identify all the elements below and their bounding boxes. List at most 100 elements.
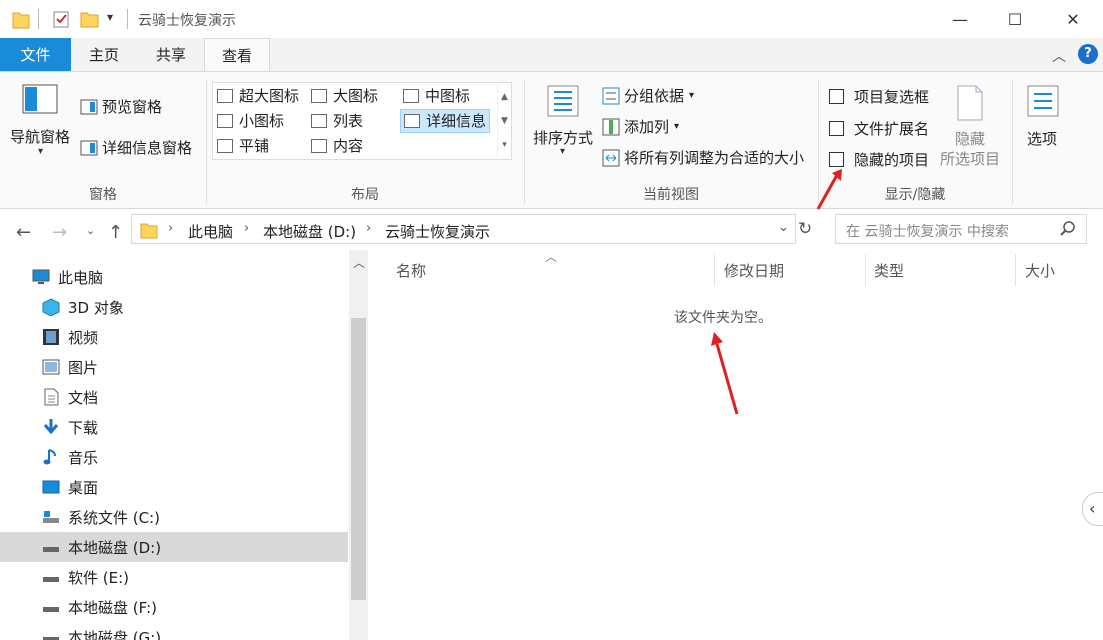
up-button[interactable]: ↑ bbox=[108, 222, 123, 243]
breadcrumb-drive-d[interactable]: 本地磁盘 (D:) bbox=[263, 221, 356, 242]
sort-by-button[interactable]: 排序方式 ▾ bbox=[530, 82, 596, 162]
tab-file[interactable]: 文件 bbox=[0, 38, 71, 72]
annotation-arrow bbox=[711, 332, 739, 415]
breadcrumb-current-folder[interactable]: 云骑士恢复演示 bbox=[385, 221, 490, 242]
list-icon bbox=[311, 114, 327, 128]
help-icon[interactable]: ? bbox=[1078, 44, 1098, 64]
sort-ascending-icon: ︿ bbox=[545, 250, 558, 264]
folder-icon bbox=[140, 223, 158, 239]
nav-item-videos[interactable]: 视频 bbox=[0, 322, 348, 352]
layout-tiles[interactable]: 平铺 bbox=[217, 134, 269, 158]
search-input[interactable]: 在 云骑士恢复演示 中搜索 bbox=[846, 221, 1009, 241]
nav-item-drive-f[interactable]: 本地磁盘 (F:) bbox=[0, 592, 348, 622]
annotation-arrow bbox=[816, 169, 842, 210]
chevron-down-icon: ▾ bbox=[560, 146, 566, 157]
back-button[interactable]: ← bbox=[16, 222, 31, 243]
medium-icons-icon bbox=[403, 89, 419, 103]
file-extensions-toggle[interactable]: 文件扩展名 bbox=[829, 118, 929, 139]
close-button[interactable]: ✕ bbox=[1050, 0, 1096, 38]
sort-by-icon bbox=[547, 85, 579, 117]
group-label-panes: 窗格 bbox=[89, 187, 117, 203]
details-pane-button[interactable]: 详细信息窗格 bbox=[80, 137, 192, 158]
folder-icon bbox=[12, 12, 30, 29]
column-header-name[interactable]: 名称 bbox=[396, 260, 426, 281]
collapse-ribbon-icon[interactable]: ︿ bbox=[1052, 46, 1066, 66]
layout-extra-large-icons[interactable]: 超大图标 bbox=[217, 84, 299, 108]
nav-item-music[interactable]: 音乐 bbox=[0, 442, 348, 472]
search-box[interactable]: 在 云骑士恢复演示 中搜索 bbox=[835, 214, 1087, 244]
navigation-pane-icon bbox=[22, 84, 58, 114]
pictures-icon bbox=[42, 359, 60, 375]
quick-access-dropdown-icon[interactable]: ▾ bbox=[107, 10, 113, 24]
nav-pane-button[interactable]: 导航窗格 ▾ bbox=[8, 82, 74, 162]
breadcrumb-this-pc[interactable]: 此电脑 bbox=[188, 221, 233, 242]
side-panel-toggle-icon[interactable]: ‹ bbox=[1082, 492, 1103, 526]
tiles-icon bbox=[217, 139, 233, 153]
breadcrumb-separator-icon: › bbox=[366, 221, 372, 236]
nav-item-downloads[interactable]: 下载 bbox=[0, 412, 348, 442]
fit-columns-label: 将所有列调整为合适的大小 bbox=[624, 149, 805, 167]
layout-medium-icons[interactable]: 中图标 bbox=[403, 84, 470, 108]
nav-item-documents[interactable]: 文档 bbox=[0, 382, 348, 412]
layout-large-icons[interactable]: 大图标 bbox=[311, 84, 378, 108]
item-checkboxes-label: 项目复选框 bbox=[854, 88, 930, 106]
column-header-size[interactable]: 大小 bbox=[1025, 260, 1055, 281]
options-icon bbox=[1027, 85, 1059, 117]
ribbon-view: 导航窗格 ▾ 预览窗格 详细信息窗格 窗格 超大图标 大图标 中图标 小图标 列… bbox=[0, 71, 1103, 209]
address-bar[interactable]: › 此电脑 › 本地磁盘 (D:) › 云骑士恢复演示 ⌄ bbox=[131, 214, 796, 244]
tab-share[interactable]: 共享 bbox=[143, 38, 199, 72]
layout-content[interactable]: 内容 bbox=[311, 134, 363, 158]
nav-item-this-pc[interactable]: 此电脑 bbox=[0, 262, 348, 292]
hidden-items-label: 隐藏的项目 bbox=[854, 151, 930, 169]
forward-button[interactable]: → bbox=[52, 222, 67, 243]
layout-list[interactable]: 列表 bbox=[311, 109, 363, 133]
nav-item-3d-objects[interactable]: 3D 对象 bbox=[0, 292, 348, 322]
item-checkboxes-toggle[interactable]: 项目复选框 bbox=[829, 86, 929, 107]
options-button[interactable]: 选项 bbox=[1020, 82, 1066, 162]
large-icons-icon bbox=[311, 89, 327, 103]
hide-selected-button[interactable]: 隐藏 所选项目 bbox=[938, 82, 1004, 172]
search-icon[interactable] bbox=[1060, 221, 1076, 237]
checkbox[interactable] bbox=[829, 121, 844, 136]
nav-item-desktop[interactable]: 桌面 bbox=[0, 472, 348, 502]
new-folder-icon[interactable] bbox=[80, 9, 100, 29]
refresh-icon[interactable]: ↻ bbox=[798, 219, 812, 239]
music-icon bbox=[43, 449, 56, 465]
desktop-icon bbox=[42, 480, 60, 494]
tab-view[interactable]: 查看 bbox=[204, 38, 270, 73]
small-icons-icon bbox=[217, 114, 233, 128]
video-icon bbox=[43, 329, 59, 345]
nav-item-drive-g[interactable]: 本地磁盘 (G:) bbox=[0, 622, 348, 640]
nav-item-drive-e[interactable]: 软件 (E:) bbox=[0, 562, 348, 592]
minimize-button[interactable]: — bbox=[937, 0, 983, 38]
ribbon-tabs: 文件 主页 共享 查看 ︿ ? bbox=[0, 38, 1103, 73]
checkbox[interactable] bbox=[829, 89, 844, 104]
scrollbar-thumb[interactable] bbox=[351, 318, 366, 600]
group-by-button[interactable]: 分组依据 ▾ bbox=[602, 85, 694, 106]
tab-home[interactable]: 主页 bbox=[78, 38, 130, 72]
chevron-down-icon: ▾ bbox=[689, 90, 695, 101]
documents-icon bbox=[44, 388, 59, 406]
preview-pane-button[interactable]: 预览窗格 bbox=[80, 96, 162, 117]
gallery-scroll[interactable]: ▲ ▼ ▾ bbox=[497, 85, 511, 157]
nav-item-drive-d[interactable]: 本地磁盘 (D:) bbox=[0, 532, 348, 562]
properties-icon[interactable] bbox=[52, 9, 72, 29]
maximize-button[interactable]: ☐ bbox=[992, 0, 1038, 38]
fit-columns-button[interactable]: 将所有列调整为合适的大小 bbox=[602, 147, 804, 168]
nav-item-pictures[interactable]: 图片 bbox=[0, 352, 348, 382]
drive-icon bbox=[43, 637, 59, 640]
drive-icon bbox=[43, 547, 59, 552]
layout-small-icons[interactable]: 小图标 bbox=[217, 109, 284, 133]
address-dropdown-icon[interactable]: ⌄ bbox=[778, 220, 789, 235]
column-header-date[interactable]: 修改日期 bbox=[724, 260, 784, 281]
preview-pane-icon bbox=[80, 99, 98, 114]
recent-locations-icon[interactable]: ⌄ bbox=[86, 224, 95, 237]
nav-scrollbar[interactable]: ︿ bbox=[349, 250, 368, 640]
layout-details[interactable]: 详细信息 bbox=[400, 109, 491, 133]
column-header-type[interactable]: 类型 bbox=[874, 260, 904, 281]
address-row: ← → ⌄ ↑ › 此电脑 › 本地磁盘 (D:) › 云骑士恢复演示 ⌄ ↻ … bbox=[0, 210, 1103, 248]
nav-item-drive-c[interactable]: 系统文件 (C:) bbox=[0, 502, 348, 532]
scroll-up-icon[interactable]: ︿ bbox=[353, 254, 365, 271]
details-pane-icon bbox=[80, 140, 98, 155]
add-columns-button[interactable]: 添加列 ▾ bbox=[602, 116, 679, 137]
